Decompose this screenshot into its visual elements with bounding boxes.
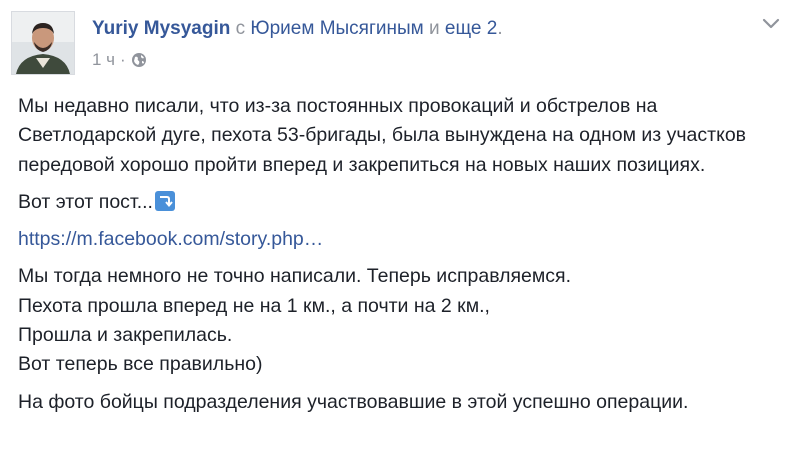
paragraph-post-ref: Вот этот пост... xyxy=(18,188,782,217)
arrow-right-hook-down-emoji xyxy=(154,190,175,211)
chevron-down-icon[interactable] xyxy=(762,17,780,31)
correction-line-1: Мы тогда немного не точно написали. Тепе… xyxy=(18,265,572,288)
post-body: Мы недавно писали, что из-за постоянных … xyxy=(18,92,782,425)
tagged-user[interactable]: Юрием Мысягиным xyxy=(250,18,423,39)
post-ref-text: Вот этот пост... xyxy=(18,190,153,213)
post-header: Yuriy Mysyagin с Юрием Мысягиным и еще 2… xyxy=(92,16,503,42)
with-word: с xyxy=(235,18,246,39)
correction-line-3: Прошла и закрепилась. xyxy=(18,324,233,347)
meta-separator: · xyxy=(120,50,126,69)
paragraph-intro: Мы недавно писали, что из-за постоянных … xyxy=(18,95,747,176)
tagged-others-link[interactable]: еще 2 xyxy=(445,18,497,39)
globe-icon[interactable] xyxy=(131,52,147,68)
avatar[interactable] xyxy=(11,11,75,75)
correction-line-4: Вот теперь все правильно) xyxy=(18,353,263,376)
post-meta: 1 ч · xyxy=(92,49,147,71)
author-name[interactable]: Yuriy Mysyagin xyxy=(92,18,230,39)
paragraph-photo: На фото бойцы подразделения участвовавши… xyxy=(18,390,689,413)
correction-line-2: Пехота прошла вперед не на 1 км., а почт… xyxy=(18,294,490,317)
paragraph-correction: Мы тогда немного не точно написали. Тепе… xyxy=(18,262,782,379)
header-period: . xyxy=(497,18,503,39)
paragraph-link: https://m.facebook.com/story.php… xyxy=(18,225,782,254)
timestamp[interactable]: 1 ч xyxy=(92,49,115,71)
story-link[interactable]: https://m.facebook.com/story.php… xyxy=(18,228,323,250)
and-word: и xyxy=(429,18,440,39)
